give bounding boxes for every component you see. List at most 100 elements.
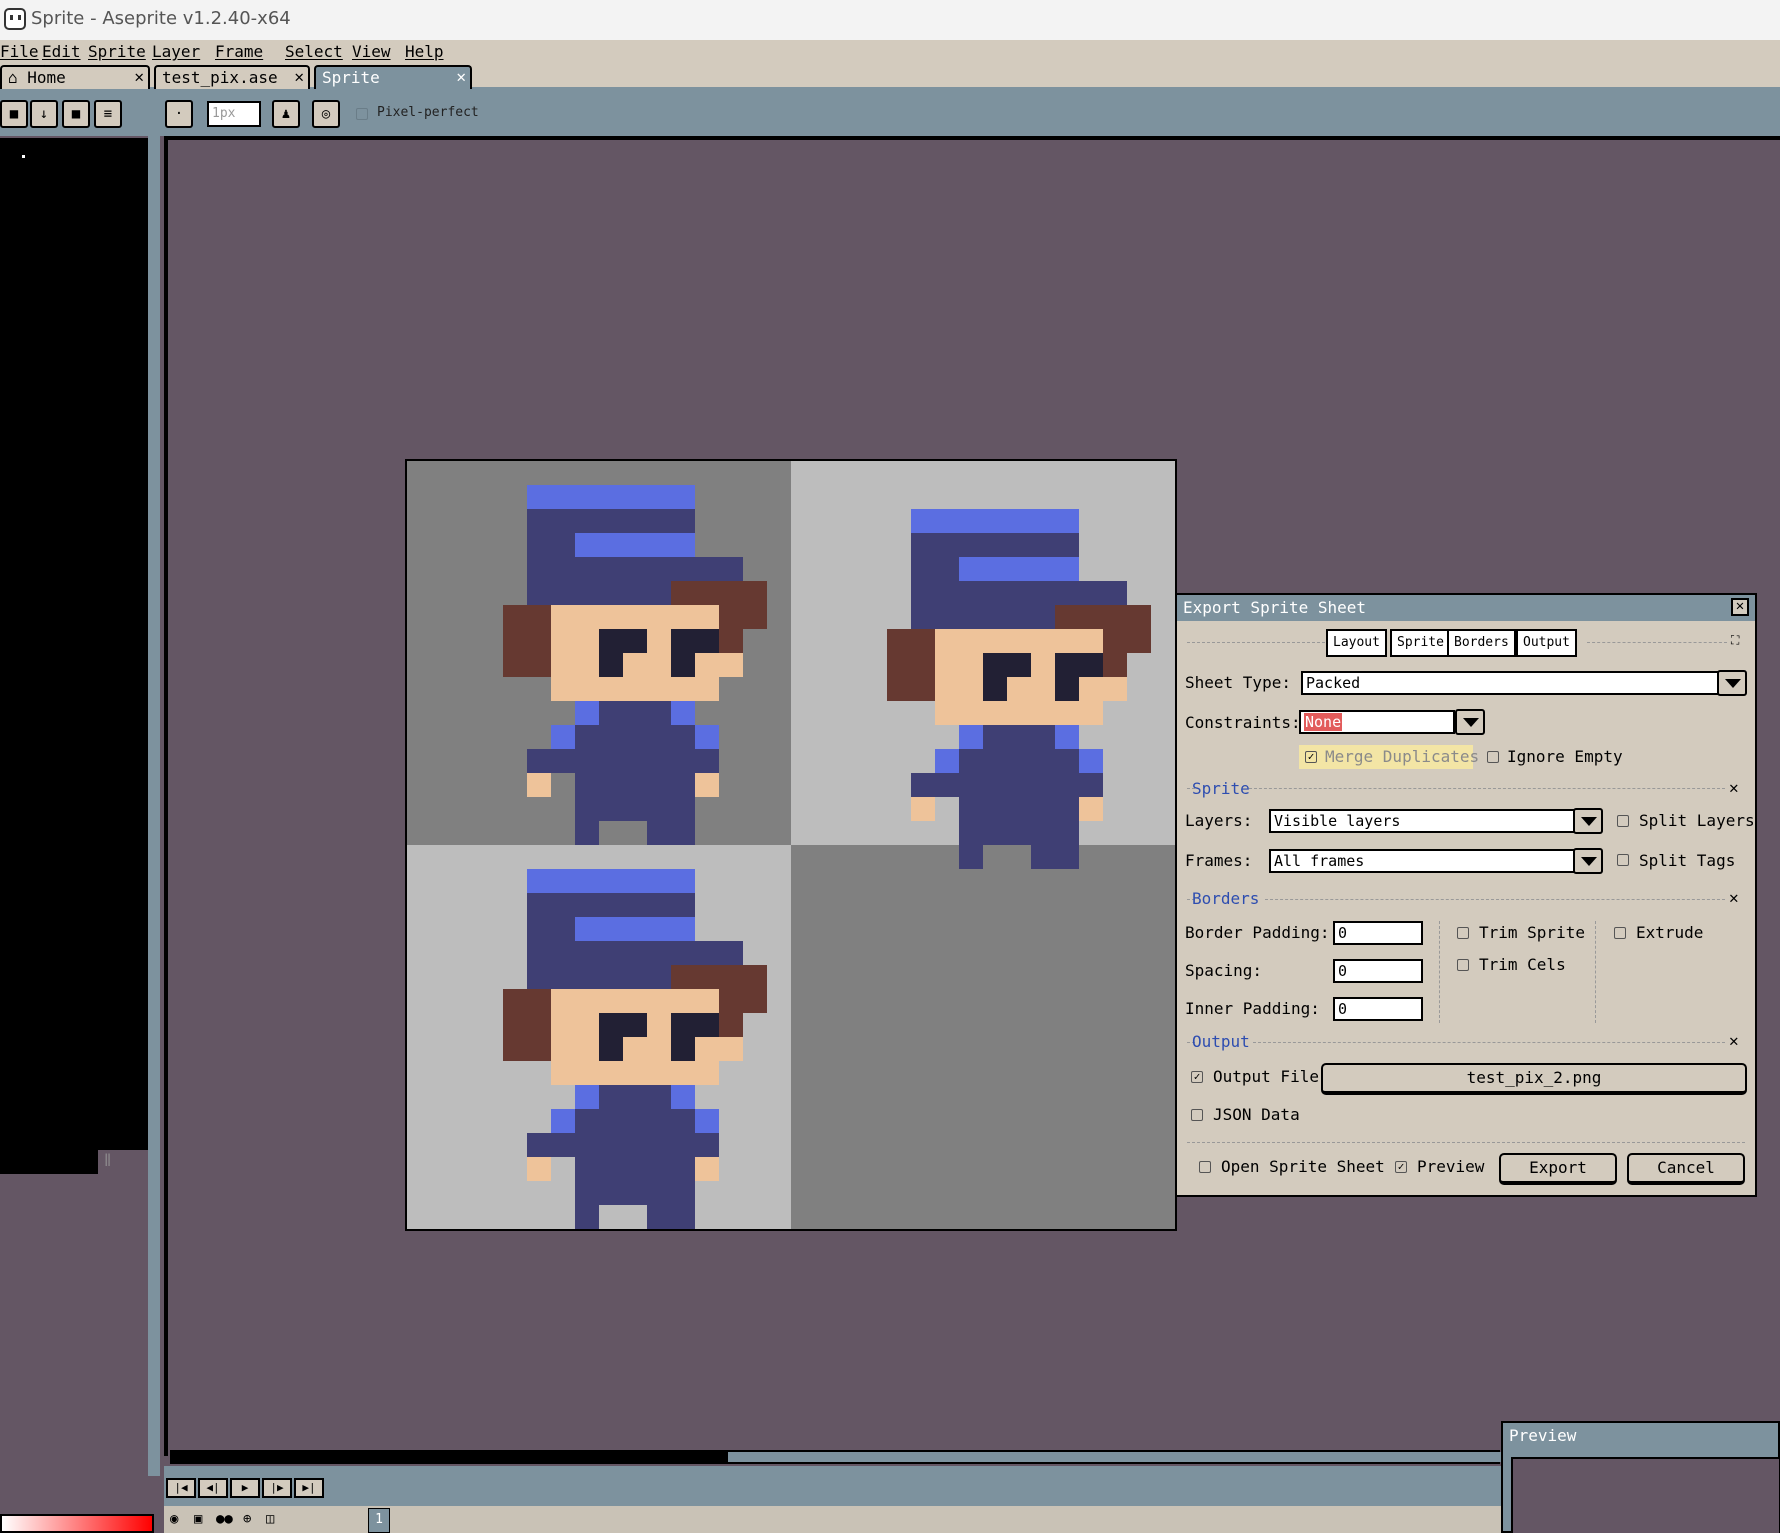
preview-checkbox[interactable]: ✓ bbox=[1395, 1161, 1407, 1173]
lock-icon[interactable]: ▣ bbox=[194, 1511, 202, 1527]
section-close-icon[interactable]: ✕ bbox=[1729, 888, 1739, 907]
brush-size-input[interactable]: 1px bbox=[207, 101, 261, 127]
export-button[interactable]: Export bbox=[1499, 1153, 1617, 1185]
dialog-close-icon[interactable]: ✕ bbox=[1731, 598, 1749, 616]
menu-sprite[interactable]: Sprite bbox=[88, 42, 146, 61]
frames-label: Frames: bbox=[1185, 851, 1253, 870]
sprite-pixel bbox=[719, 629, 743, 653]
menu-lines-icon[interactable]: ≡ bbox=[94, 100, 122, 128]
tab-close-icon[interactable]: ✕ bbox=[294, 67, 304, 86]
first-frame-icon[interactable]: |◀ bbox=[166, 1478, 196, 1498]
ink-icon[interactable]: ♟ bbox=[272, 100, 300, 128]
palette-panel[interactable] bbox=[0, 138, 148, 1150]
frame-icon[interactable]: ◫ bbox=[266, 1511, 274, 1527]
menu-layer[interactable]: Layer bbox=[152, 42, 200, 61]
previous-frame-icon[interactable]: ◀| bbox=[198, 1478, 228, 1498]
split-layers-checkbox[interactable] bbox=[1617, 815, 1629, 827]
sprite-pixel bbox=[1103, 677, 1127, 701]
preview-area[interactable] bbox=[1511, 1457, 1780, 1533]
tab-layout[interactable]: Layout bbox=[1326, 629, 1387, 657]
color-bar[interactable] bbox=[0, 1514, 154, 1533]
last-frame-icon[interactable]: ▶| bbox=[294, 1478, 324, 1498]
constraints-select[interactable]: None bbox=[1299, 710, 1455, 734]
open-sprite-sheet-checkbox[interactable] bbox=[1199, 1161, 1211, 1173]
layers-select[interactable]: Visible layers bbox=[1269, 809, 1575, 833]
download-icon[interactable]: ↓ bbox=[30, 100, 58, 128]
sprite-pixel bbox=[719, 989, 767, 1013]
tab-borders[interactable]: Borders bbox=[1447, 629, 1516, 657]
expand-icon[interactable]: ⛶ bbox=[1731, 633, 1739, 648]
divider bbox=[1187, 1142, 1745, 1143]
sprite-pixel bbox=[599, 629, 623, 677]
sprite-pixel bbox=[671, 1037, 695, 1061]
scrollbar-thumb[interactable] bbox=[728, 1452, 1508, 1462]
inner-padding-input[interactable]: 0 bbox=[1333, 997, 1423, 1021]
sprite-pixel bbox=[1055, 653, 1103, 677]
chevron-down-icon[interactable] bbox=[1717, 670, 1747, 696]
frames-select[interactable]: All frames bbox=[1269, 849, 1575, 873]
ignore-empty-checkbox[interactable] bbox=[1487, 751, 1499, 763]
trim-sprite-checkbox[interactable] bbox=[1457, 927, 1469, 939]
sprite-pixel bbox=[551, 677, 719, 701]
layers-header bbox=[164, 1506, 1504, 1533]
tab-label: Sprite bbox=[322, 68, 380, 87]
split-tags-checkbox[interactable] bbox=[1617, 854, 1629, 866]
frame-number[interactable]: 1 bbox=[368, 1508, 390, 1533]
preview-label: Preview bbox=[1417, 1157, 1485, 1176]
menu-view[interactable]: View bbox=[352, 42, 391, 61]
sprite-pixel bbox=[1103, 629, 1151, 653]
section-close-icon[interactable]: ✕ bbox=[1729, 1031, 1739, 1050]
json-data-checkbox[interactable] bbox=[1191, 1109, 1203, 1121]
tab-close-icon[interactable]: ✕ bbox=[134, 67, 144, 86]
menu-edit[interactable]: Edit bbox=[42, 42, 81, 61]
onion-skin-icon[interactable]: ●● bbox=[216, 1511, 233, 1527]
merge-duplicates-checkbox[interactable]: ✓ bbox=[1305, 751, 1317, 763]
sprite-pixel bbox=[527, 917, 575, 941]
output-file-button[interactable]: test_pix_2.png bbox=[1321, 1063, 1747, 1095]
divider bbox=[1253, 1042, 1725, 1043]
chevron-down-icon[interactable] bbox=[1573, 808, 1603, 834]
menu-select[interactable]: Select bbox=[285, 42, 343, 61]
menu-frame[interactable]: Frame bbox=[215, 42, 263, 61]
pixel-perfect-checkbox[interactable] bbox=[356, 108, 368, 120]
dialog-title-bar[interactable]: Export Sprite Sheet ✕ bbox=[1177, 595, 1755, 621]
tab-sprite[interactable]: Sprite bbox=[1390, 629, 1451, 657]
sidebar-splitter[interactable] bbox=[148, 136, 160, 1476]
tab-output[interactable]: Output bbox=[1516, 629, 1577, 657]
layers-link-icon[interactable]: ⊕ bbox=[243, 1511, 251, 1527]
output-file-checkbox[interactable]: ✓ bbox=[1191, 1071, 1203, 1083]
chevron-down-icon[interactable] bbox=[1455, 709, 1485, 735]
menu-file[interactable]: File bbox=[0, 42, 39, 61]
sprite-pixel bbox=[599, 797, 647, 821]
next-frame-icon[interactable]: |▶ bbox=[262, 1478, 292, 1498]
tab-close-icon[interactable]: ✕ bbox=[456, 67, 466, 86]
section-close-icon[interactable]: ✕ bbox=[1729, 778, 1739, 797]
square-brush-icon[interactable]: ■ bbox=[62, 100, 90, 128]
cancel-button[interactable]: Cancel bbox=[1627, 1153, 1745, 1185]
border-padding-input[interactable]: 0 bbox=[1333, 921, 1423, 945]
tab-test-pix[interactable]: test_pix.ase ✕ bbox=[154, 65, 310, 89]
pixel-perfect-label: Pixel-perfect bbox=[377, 105, 479, 120]
tab-sprite[interactable]: Sprite ✕ bbox=[314, 65, 472, 89]
dynamics-icon[interactable]: ◎ bbox=[312, 100, 340, 128]
menu-help[interactable]: Help bbox=[405, 42, 444, 61]
play-icon[interactable]: ▶ bbox=[230, 1478, 260, 1498]
sprite-pixel bbox=[575, 725, 695, 749]
layers-label: Layers: bbox=[1185, 811, 1253, 830]
merge-duplicates-label: Merge Duplicates bbox=[1325, 747, 1480, 766]
sprite-sheet-canvas[interactable] bbox=[405, 459, 1177, 1231]
extrude-checkbox[interactable] bbox=[1614, 927, 1626, 939]
sprite-pixel bbox=[527, 581, 671, 605]
chevron-down-icon[interactable] bbox=[1573, 848, 1603, 874]
tab-home[interactable]: ⌂ Home ✕ bbox=[0, 65, 150, 89]
sheet-type-select[interactable]: Packed bbox=[1301, 671, 1719, 695]
trim-cels-checkbox[interactable] bbox=[1457, 959, 1469, 971]
eye-icon[interactable]: ◉ bbox=[170, 1511, 178, 1527]
lock-icon[interactable]: ■ bbox=[0, 100, 28, 128]
divider bbox=[1265, 899, 1725, 900]
resize-grip-icon[interactable]: ‖ bbox=[104, 1152, 111, 1166]
spacing-input[interactable]: 0 bbox=[1333, 959, 1423, 983]
sprite-pixel bbox=[1055, 725, 1079, 749]
sprite-pixel bbox=[1079, 749, 1103, 773]
brush-type-icon[interactable]: · bbox=[165, 100, 193, 128]
